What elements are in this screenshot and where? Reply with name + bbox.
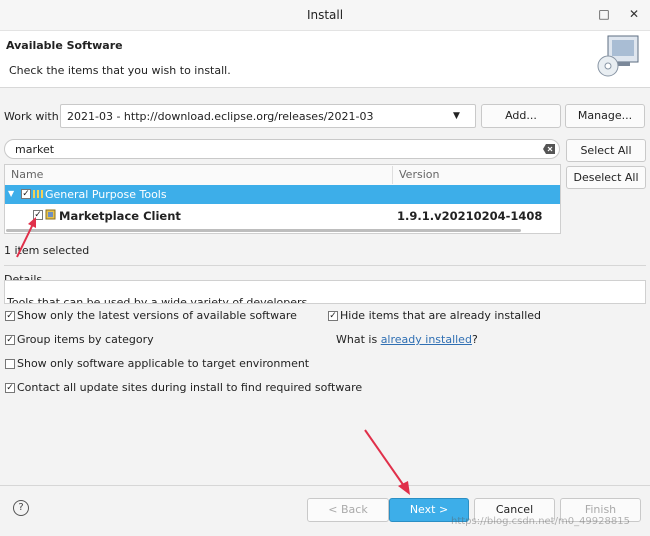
arrow-to-next-icon xyxy=(364,429,410,495)
arrow-to-checkbox-icon xyxy=(16,217,36,258)
annotation-arrows xyxy=(16,217,410,495)
